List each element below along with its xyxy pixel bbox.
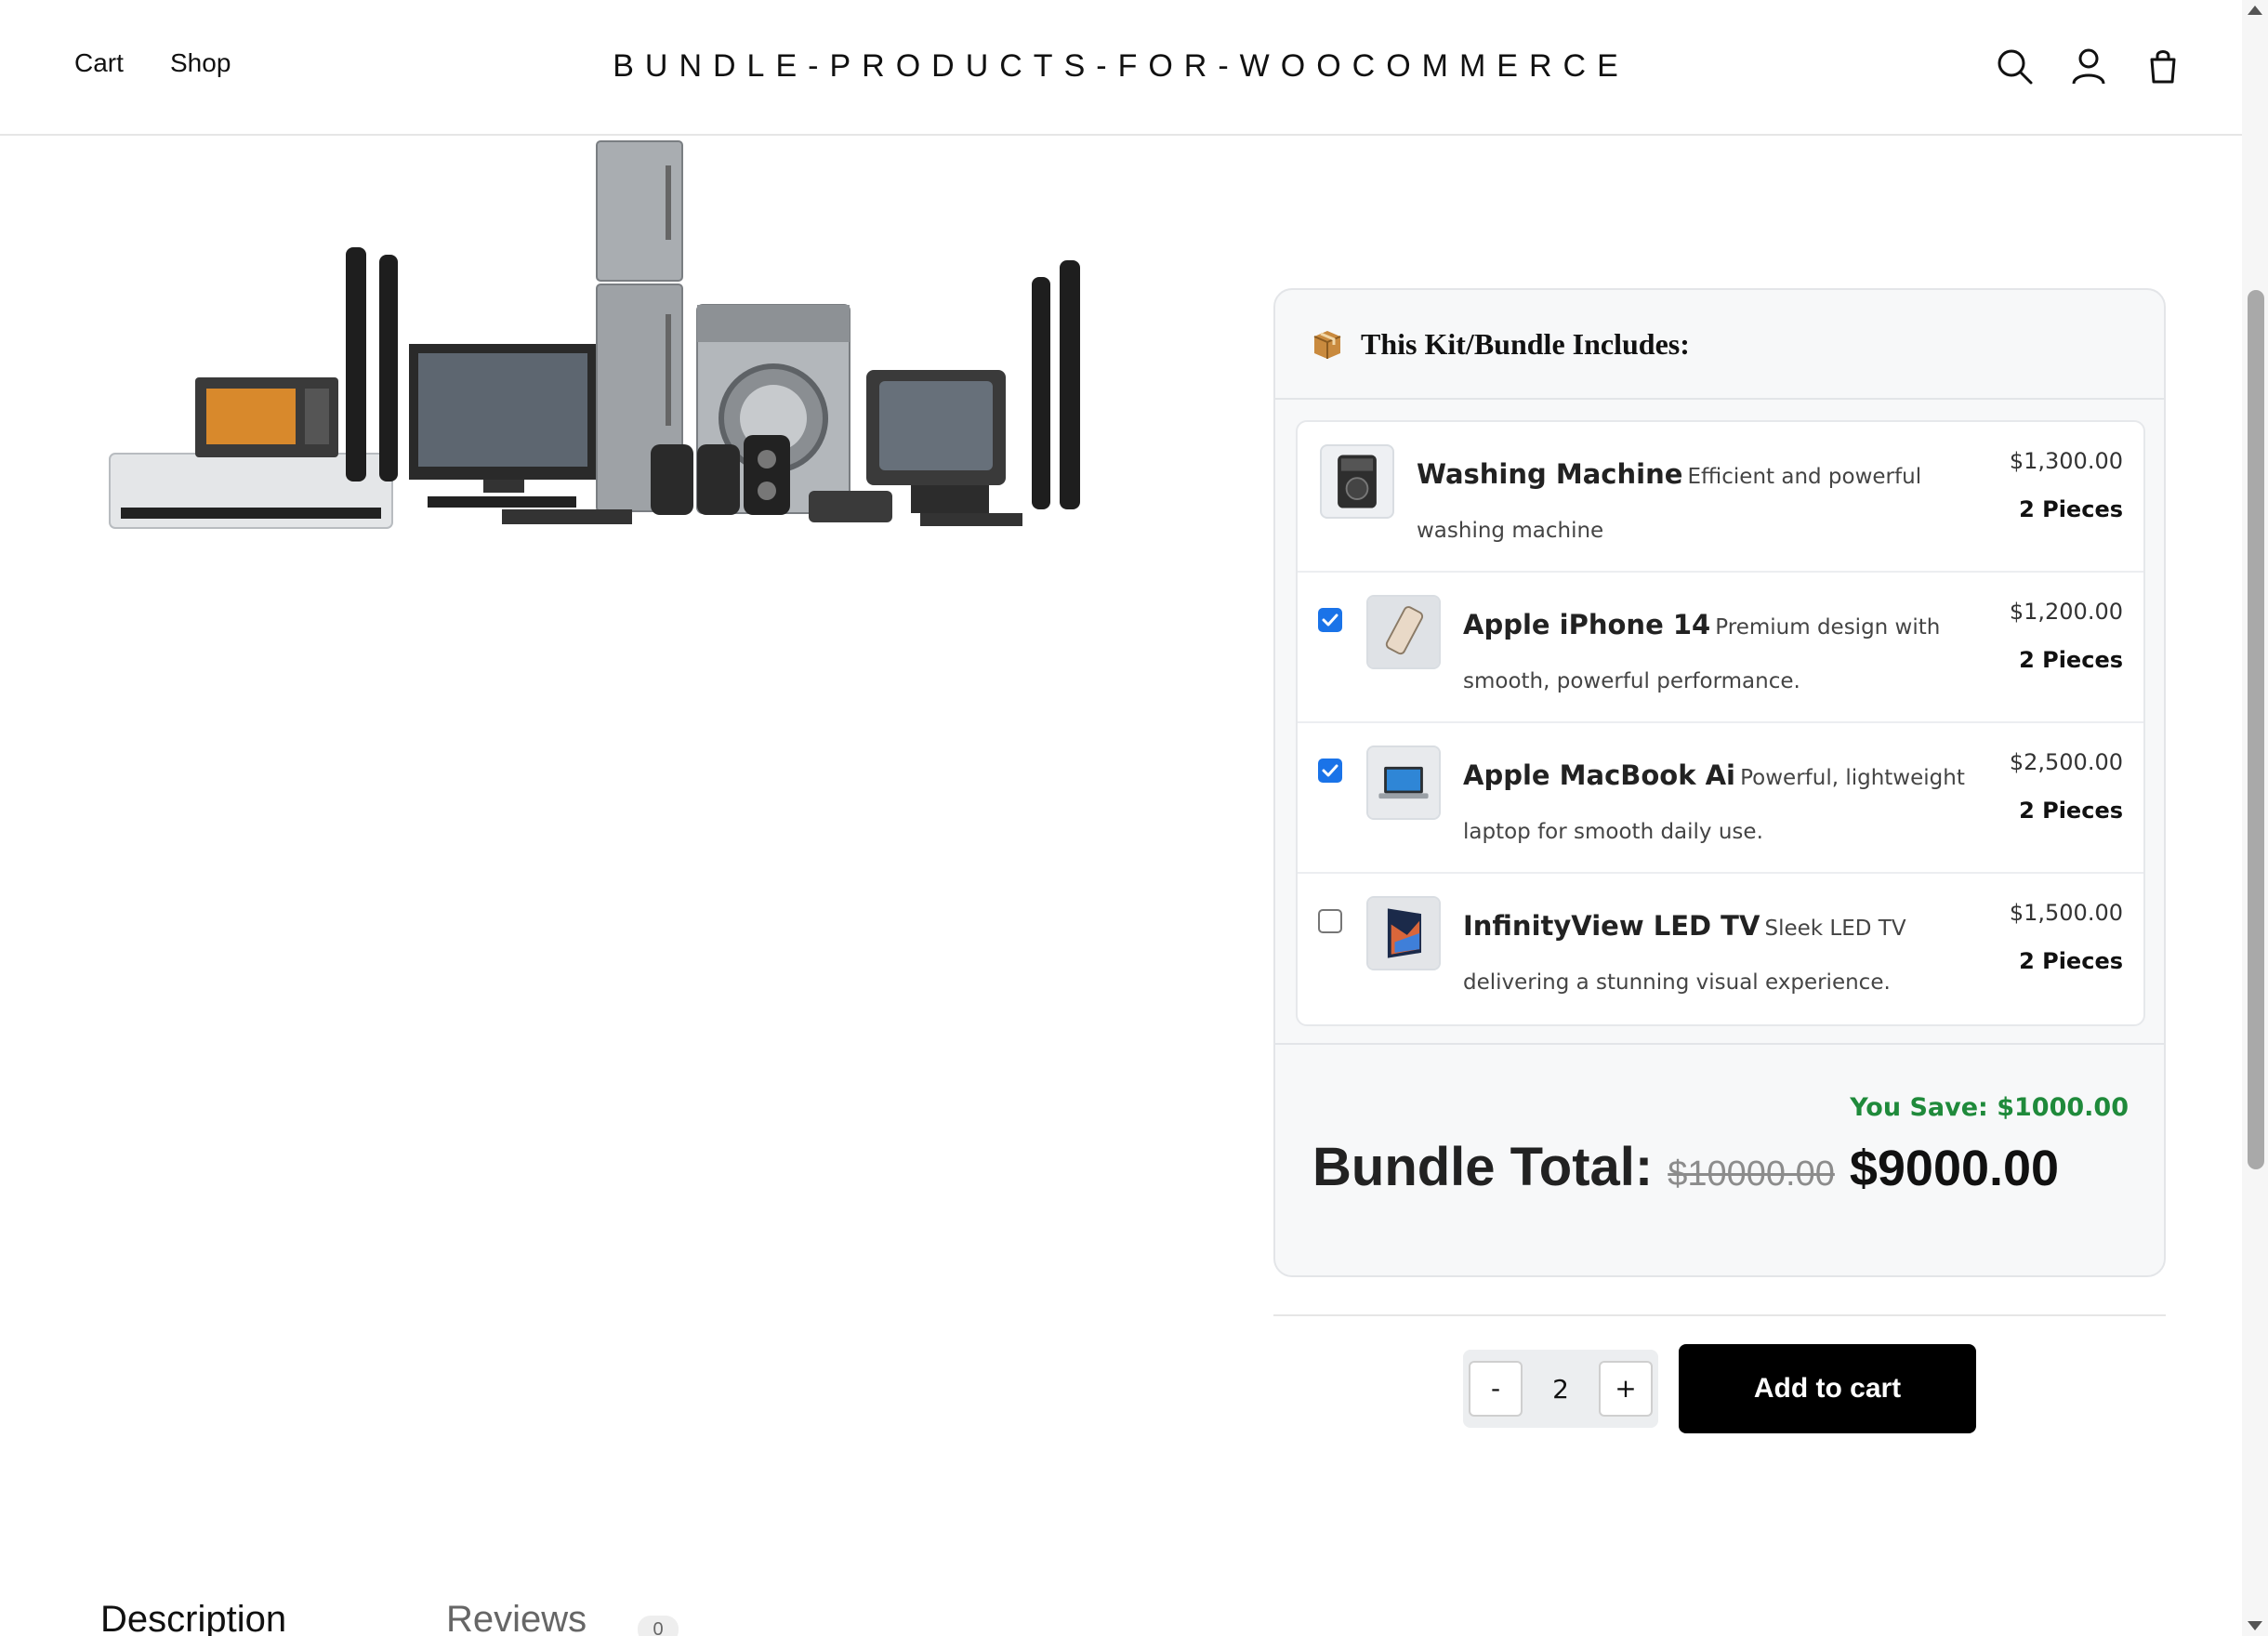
- quantity-stepper: - +: [1463, 1350, 1658, 1428]
- quantity-increase-button[interactable]: +: [1599, 1361, 1653, 1417]
- item-text: Apple MacBook Ai Powerful, lightweight l…: [1463, 749, 2002, 860]
- page-scrollbar[interactable]: [2242, 0, 2268, 1636]
- scrollbar-thumb[interactable]: [2248, 290, 2264, 1169]
- product-image: [109, 140, 1080, 529]
- item-text: Washing Machine Efficient and powerful w…: [1417, 448, 1993, 559]
- bundle-title: This Kit/Bundle Includes:: [1361, 326, 1690, 361]
- section-divider: [1273, 1314, 2166, 1316]
- bundle-items-list: Washing Machine Efficient and powerful w…: [1296, 420, 2145, 1026]
- item-checkbox[interactable]: [1318, 608, 1342, 632]
- item-checkbox[interactable]: [1318, 909, 1342, 933]
- quantity-decrease-button[interactable]: -: [1469, 1361, 1523, 1417]
- item-text: InfinityView LED TV Sleek LED TV deliver…: [1463, 900, 2002, 1010]
- washing-machine-thumbnail: [1320, 444, 1394, 519]
- item-checkbox[interactable]: [1318, 759, 1342, 783]
- search-icon[interactable]: [1995, 46, 2034, 86]
- bundle-item: InfinityView LED TV Sleek LED TV deliver…: [1298, 874, 2143, 1024]
- scroll-up-arrow[interactable]: [2248, 6, 2262, 15]
- bundle-price: $9000.00: [1849, 1141, 2060, 1196]
- bundle-item: Apple iPhone 14 Premium design with smoo…: [1298, 573, 2143, 723]
- bundle-divider: [1275, 1043, 2164, 1045]
- item-price: $1,200.00: [2009, 599, 2123, 625]
- item-price: $1,500.00: [2009, 900, 2123, 926]
- item-price: $1,300.00: [2009, 448, 2123, 474]
- item-name: Apple iPhone 14: [1463, 609, 1711, 640]
- item-quantity: 2 Pieces: [2019, 798, 2123, 824]
- item-name: InfinityView LED TV: [1463, 910, 1760, 942]
- bundle-total-row: Bundle Total: $10000.00 $9000.00: [1312, 1136, 2059, 1198]
- account-icon[interactable]: [2069, 46, 2108, 86]
- item-quantity: 2 Pieces: [2019, 948, 2123, 974]
- item-text: Apple iPhone 14 Premium design with smoo…: [1463, 599, 2002, 709]
- bundle-item: Washing Machine Efficient and powerful w…: [1298, 422, 2143, 573]
- site-header: Cart Shop BUNDLE-PRODUCTS-FOR-WOOCOMMERC…: [0, 0, 2242, 136]
- original-price: $10000.00: [1668, 1154, 1835, 1194]
- quantity-input[interactable]: [1534, 1361, 1588, 1417]
- led-tv-thumbnail: [1366, 896, 1441, 970]
- tab-description[interactable]: Description: [100, 1599, 286, 1636]
- item-price: $2,500.00: [2009, 749, 2123, 775]
- tab-reviews[interactable]: Reviews: [446, 1599, 587, 1636]
- bundle-total-label: Bundle Total:: [1312, 1137, 1654, 1197]
- item-quantity: 2 Pieces: [2019, 647, 2123, 673]
- bundle-header: This Kit/Bundle Includes:: [1275, 290, 2164, 400]
- macbook-thumbnail: [1366, 745, 1441, 820]
- scroll-down-arrow[interactable]: [2248, 1621, 2262, 1630]
- add-to-cart-button[interactable]: Add to cart: [1679, 1344, 1976, 1433]
- bundle-item: Apple MacBook Ai Powerful, lightweight l…: [1298, 723, 2143, 874]
- bag-icon[interactable]: [2143, 46, 2182, 86]
- iphone-thumbnail: [1366, 595, 1441, 669]
- item-name: Washing Machine: [1417, 458, 1683, 490]
- item-quantity: 2 Pieces: [2019, 496, 2123, 522]
- you-save-text: You Save: $1000.00: [1850, 1093, 2129, 1122]
- reviews-count-badge: 0: [638, 1616, 679, 1636]
- bundle-card: This Kit/Bundle Includes: Washing Machin…: [1273, 288, 2166, 1277]
- item-name: Apple MacBook Ai: [1463, 759, 1736, 791]
- package-icon: [1313, 331, 1341, 359]
- site-title[interactable]: BUNDLE-PRODUCTS-FOR-WOOCOMMERCE: [0, 48, 2242, 85]
